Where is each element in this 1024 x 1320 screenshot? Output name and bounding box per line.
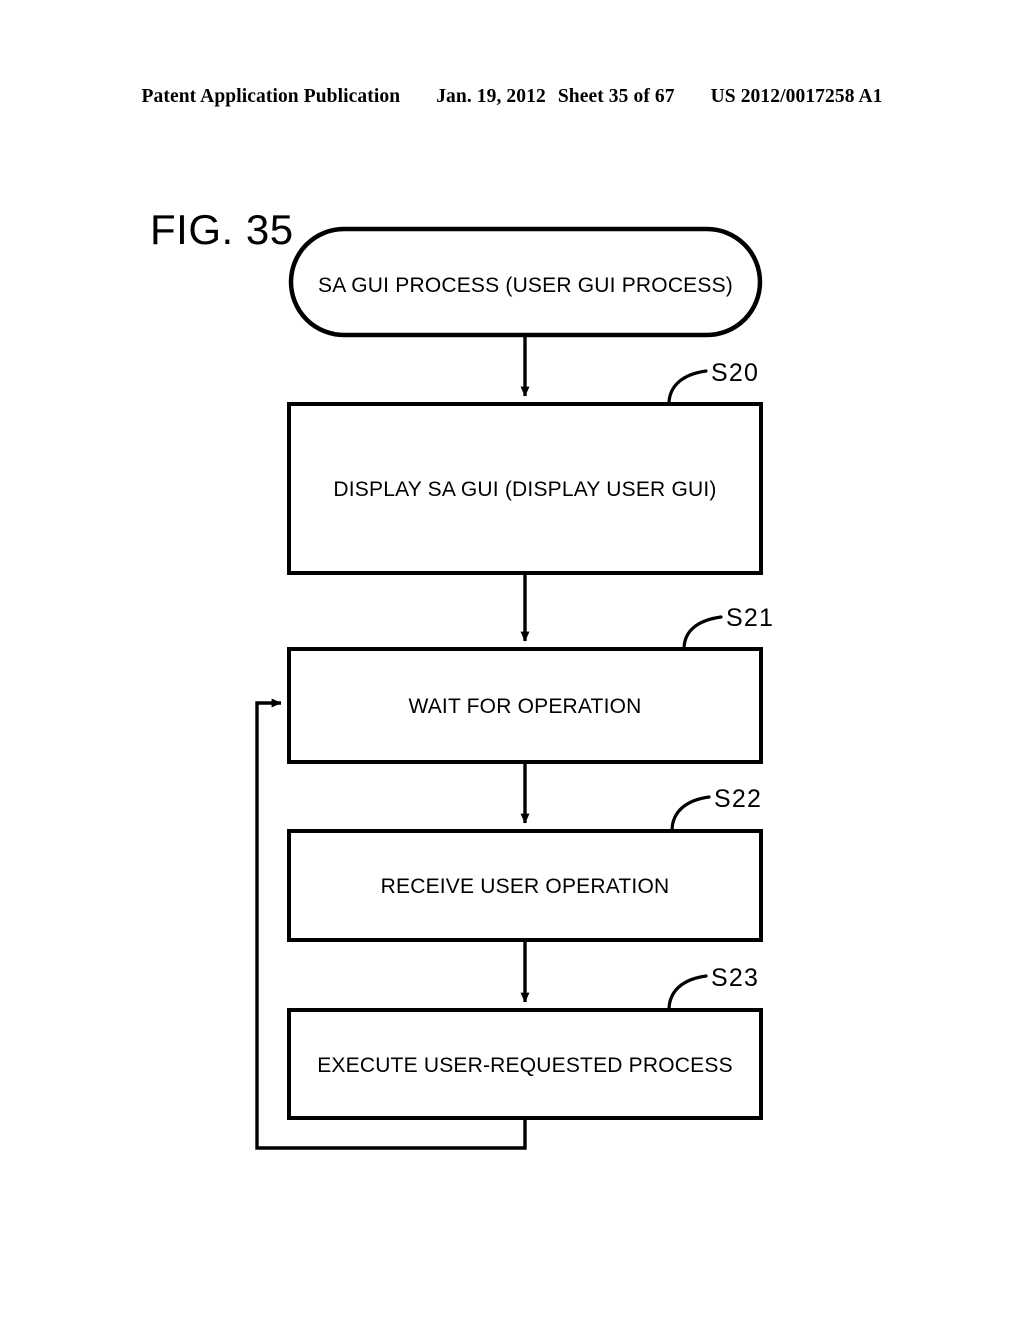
node-s21-label: WAIT FOR OPERATION bbox=[408, 695, 642, 718]
flowchart-diagram bbox=[255, 226, 763, 1150]
node-terminal-label: SA GUI PROCESS (USER GUI PROCESS) bbox=[317, 274, 733, 297]
leader-line-s22 bbox=[670, 795, 711, 833]
node-s20-label: DISPLAY SA GUI (DISPLAY USER GUI) bbox=[333, 478, 717, 501]
node-s22-label: RECEIVE USER OPERATION bbox=[380, 875, 670, 898]
leader-line-s21 bbox=[682, 615, 723, 651]
step-id-s22: S22 bbox=[714, 785, 763, 813]
leader-line-s20 bbox=[667, 369, 708, 406]
step-id-s20: S20 bbox=[711, 359, 760, 387]
leader-line-s23 bbox=[667, 974, 708, 1012]
step-id-s23: S23 bbox=[711, 964, 760, 992]
node-s23-label: EXECUTE USER-REQUESTED PROCESS bbox=[317, 1054, 733, 1077]
step-id-s21: S21 bbox=[726, 604, 775, 632]
